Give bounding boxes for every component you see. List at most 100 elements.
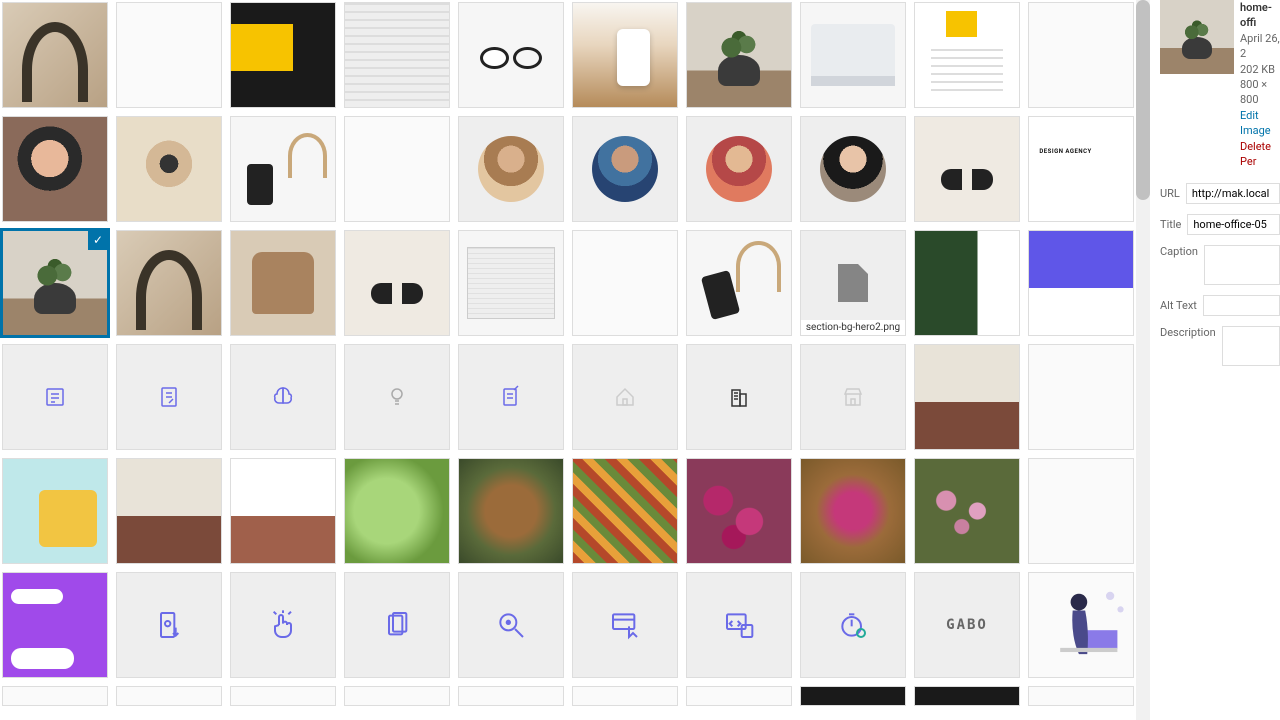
media-item[interactable] xyxy=(800,686,906,706)
title-input[interactable] xyxy=(1187,214,1280,235)
list-icon xyxy=(43,385,67,409)
media-item[interactable] xyxy=(344,230,450,336)
stopwatch-gear-icon xyxy=(837,609,869,641)
download-device-icon xyxy=(153,609,185,641)
media-item[interactable] xyxy=(686,116,792,222)
media-item-icon[interactable] xyxy=(686,572,792,678)
media-item[interactable] xyxy=(1028,458,1134,564)
media-item[interactable] xyxy=(116,230,222,336)
media-item[interactable] xyxy=(458,2,564,108)
media-item[interactable] xyxy=(914,230,1020,336)
file-name-label: section-bg-hero2.png xyxy=(801,320,905,335)
media-item-icon[interactable] xyxy=(344,344,450,450)
media-item-icon[interactable] xyxy=(800,572,906,678)
media-item-file[interactable]: section-bg-hero2.png xyxy=(800,230,906,336)
media-grid-area[interactable]: ✓ section-bg-hero2.png xyxy=(0,0,1136,720)
media-item[interactable] xyxy=(686,2,792,108)
attachment-dimensions: 800 × 800 xyxy=(1240,77,1280,108)
media-item-icon[interactable] xyxy=(230,572,336,678)
media-item-selected[interactable]: ✓ xyxy=(2,230,108,336)
media-item[interactable] xyxy=(914,2,1020,108)
media-item-icon[interactable] xyxy=(800,344,906,450)
media-item[interactable] xyxy=(572,116,678,222)
url-input[interactable] xyxy=(1186,183,1280,204)
storefront-icon xyxy=(841,385,865,409)
media-item[interactable] xyxy=(800,2,906,108)
media-item[interactable] xyxy=(458,458,564,564)
url-field-row: URL xyxy=(1160,183,1280,204)
person-laptop-illustration xyxy=(1029,573,1133,677)
media-item[interactable] xyxy=(458,116,564,222)
house-icon xyxy=(613,385,637,409)
media-item[interactable] xyxy=(2,686,108,706)
media-item-icon[interactable] xyxy=(344,572,450,678)
media-item[interactable] xyxy=(230,116,336,222)
alt-text-input[interactable] xyxy=(1203,295,1280,316)
media-item[interactable] xyxy=(2,572,108,678)
media-item-icon[interactable] xyxy=(116,344,222,450)
media-item-icon[interactable] xyxy=(686,344,792,450)
media-item[interactable] xyxy=(116,686,222,706)
media-item[interactable] xyxy=(230,458,336,564)
media-item-icon[interactable] xyxy=(458,572,564,678)
title-label: Title xyxy=(1160,218,1181,231)
edit-image-link[interactable]: Edit Image xyxy=(1240,108,1280,139)
media-item[interactable] xyxy=(1028,572,1134,678)
scrollbar-thumb[interactable] xyxy=(1136,0,1150,200)
media-item[interactable] xyxy=(116,458,222,564)
media-item[interactable] xyxy=(1028,116,1134,222)
media-item[interactable] xyxy=(914,458,1020,564)
media-item[interactable] xyxy=(2,2,108,108)
media-item[interactable] xyxy=(572,686,678,706)
media-item[interactable] xyxy=(800,116,906,222)
media-item[interactable] xyxy=(914,116,1020,222)
media-item-icon[interactable] xyxy=(230,344,336,450)
media-item[interactable] xyxy=(344,458,450,564)
media-item[interactable] xyxy=(230,2,336,108)
caption-field-row: Caption xyxy=(1160,245,1280,285)
media-item[interactable] xyxy=(686,686,792,706)
media-item-icon[interactable] xyxy=(116,572,222,678)
media-item[interactable] xyxy=(914,686,1020,706)
attachment-date: April 26, 2 xyxy=(1240,31,1280,62)
media-item[interactable] xyxy=(230,686,336,706)
attachment-filename: home-offi xyxy=(1240,0,1280,31)
media-item[interactable] xyxy=(344,2,450,108)
media-item[interactable] xyxy=(1028,686,1134,706)
media-item[interactable] xyxy=(686,230,792,336)
media-item[interactable] xyxy=(572,458,678,564)
media-item[interactable] xyxy=(344,116,450,222)
media-item[interactable] xyxy=(116,116,222,222)
note-edit-icon xyxy=(499,385,523,409)
scrollbar[interactable] xyxy=(1136,0,1150,720)
media-item[interactable] xyxy=(1028,2,1134,108)
media-item[interactable] xyxy=(458,686,564,706)
description-label: Description xyxy=(1160,326,1216,339)
media-item-icon[interactable] xyxy=(2,344,108,450)
media-item[interactable] xyxy=(2,116,108,222)
media-item[interactable] xyxy=(914,344,1020,450)
media-item[interactable] xyxy=(572,230,678,336)
media-item[interactable] xyxy=(1028,344,1134,450)
media-item[interactable] xyxy=(1028,230,1134,336)
media-item[interactable] xyxy=(2,458,108,564)
title-field-row: Title xyxy=(1160,214,1280,235)
media-item[interactable] xyxy=(116,2,222,108)
media-item-icon[interactable] xyxy=(572,572,678,678)
media-item[interactable] xyxy=(572,2,678,108)
media-item[interactable] xyxy=(800,458,906,564)
document-edit-icon xyxy=(157,385,181,409)
media-item-icon[interactable] xyxy=(458,344,564,450)
media-item[interactable] xyxy=(458,230,564,336)
gabo-logo: GABO xyxy=(946,617,988,633)
media-item[interactable] xyxy=(686,458,792,564)
media-item[interactable] xyxy=(230,230,336,336)
media-item-icon[interactable] xyxy=(572,344,678,450)
description-input[interactable] xyxy=(1222,326,1280,366)
media-item-logo[interactable]: GABO xyxy=(914,572,1020,678)
alt-text-label: Alt Text xyxy=(1160,299,1197,312)
media-library: ✓ section-bg-hero2.png xyxy=(0,0,1280,720)
media-item[interactable] xyxy=(344,686,450,706)
caption-input[interactable] xyxy=(1204,245,1280,285)
delete-permanently-link[interactable]: Delete Per xyxy=(1240,139,1280,170)
